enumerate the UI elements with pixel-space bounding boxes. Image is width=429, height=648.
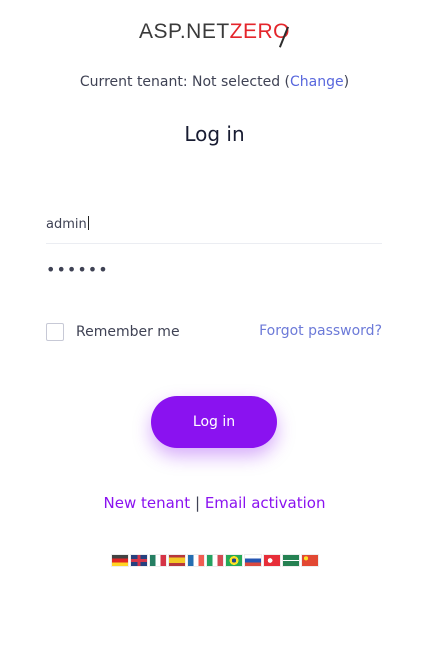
flag-gb-icon[interactable] bbox=[130, 555, 147, 566]
flag-ru-icon[interactable] bbox=[244, 555, 261, 566]
password-field[interactable]: •••••• bbox=[46, 254, 382, 292]
page-title: Log in bbox=[184, 122, 245, 146]
flag-de-icon[interactable] bbox=[111, 555, 128, 566]
bottom-links: New tenant | Email activation bbox=[0, 492, 429, 514]
remember-me-checkbox[interactable]: Remember me bbox=[46, 323, 180, 341]
flag-it-icon[interactable] bbox=[206, 555, 223, 566]
username-field[interactable]: admin bbox=[46, 205, 382, 244]
tenant-suffix: ) bbox=[343, 74, 350, 90]
remember-me-label: Remember me bbox=[76, 324, 180, 340]
flag-fr-icon[interactable] bbox=[187, 555, 204, 566]
logo-text-zero: ZERO bbox=[230, 20, 290, 48]
flag-es-icon[interactable] bbox=[168, 555, 185, 566]
password-value: •••••• bbox=[46, 260, 109, 279]
new-tenant-link[interactable]: New tenant bbox=[104, 494, 191, 512]
login-button[interactable]: Log in bbox=[151, 396, 277, 448]
logo-text-asp: ASP.NET bbox=[139, 20, 230, 43]
link-separator: | bbox=[194, 494, 201, 512]
username-value: admin bbox=[46, 217, 87, 232]
checkbox-box[interactable] bbox=[46, 323, 64, 341]
flag-cn-icon[interactable] bbox=[301, 555, 318, 566]
email-activation-link[interactable]: Email activation bbox=[205, 494, 326, 512]
flag-tr-icon[interactable] bbox=[263, 555, 280, 566]
login-page: ASP.NETZERO Current tenant: Not selected… bbox=[0, 0, 429, 648]
current-tenant-line: Current tenant: Not selected (Change) bbox=[0, 72, 429, 92]
forgot-password-link[interactable]: Forgot password? bbox=[259, 323, 382, 339]
tenant-prefix: Current tenant: Not selected ( bbox=[79, 74, 291, 90]
app-logo: ASP.NETZERO bbox=[0, 20, 429, 48]
text-cursor bbox=[87, 216, 89, 230]
flag-mx-icon[interactable] bbox=[149, 555, 166, 566]
flag-sa-icon[interactable] bbox=[282, 555, 299, 566]
language-selector bbox=[0, 555, 429, 566]
change-tenant-link[interactable]: Change bbox=[290, 74, 344, 90]
flag-br-icon[interactable] bbox=[225, 555, 242, 566]
